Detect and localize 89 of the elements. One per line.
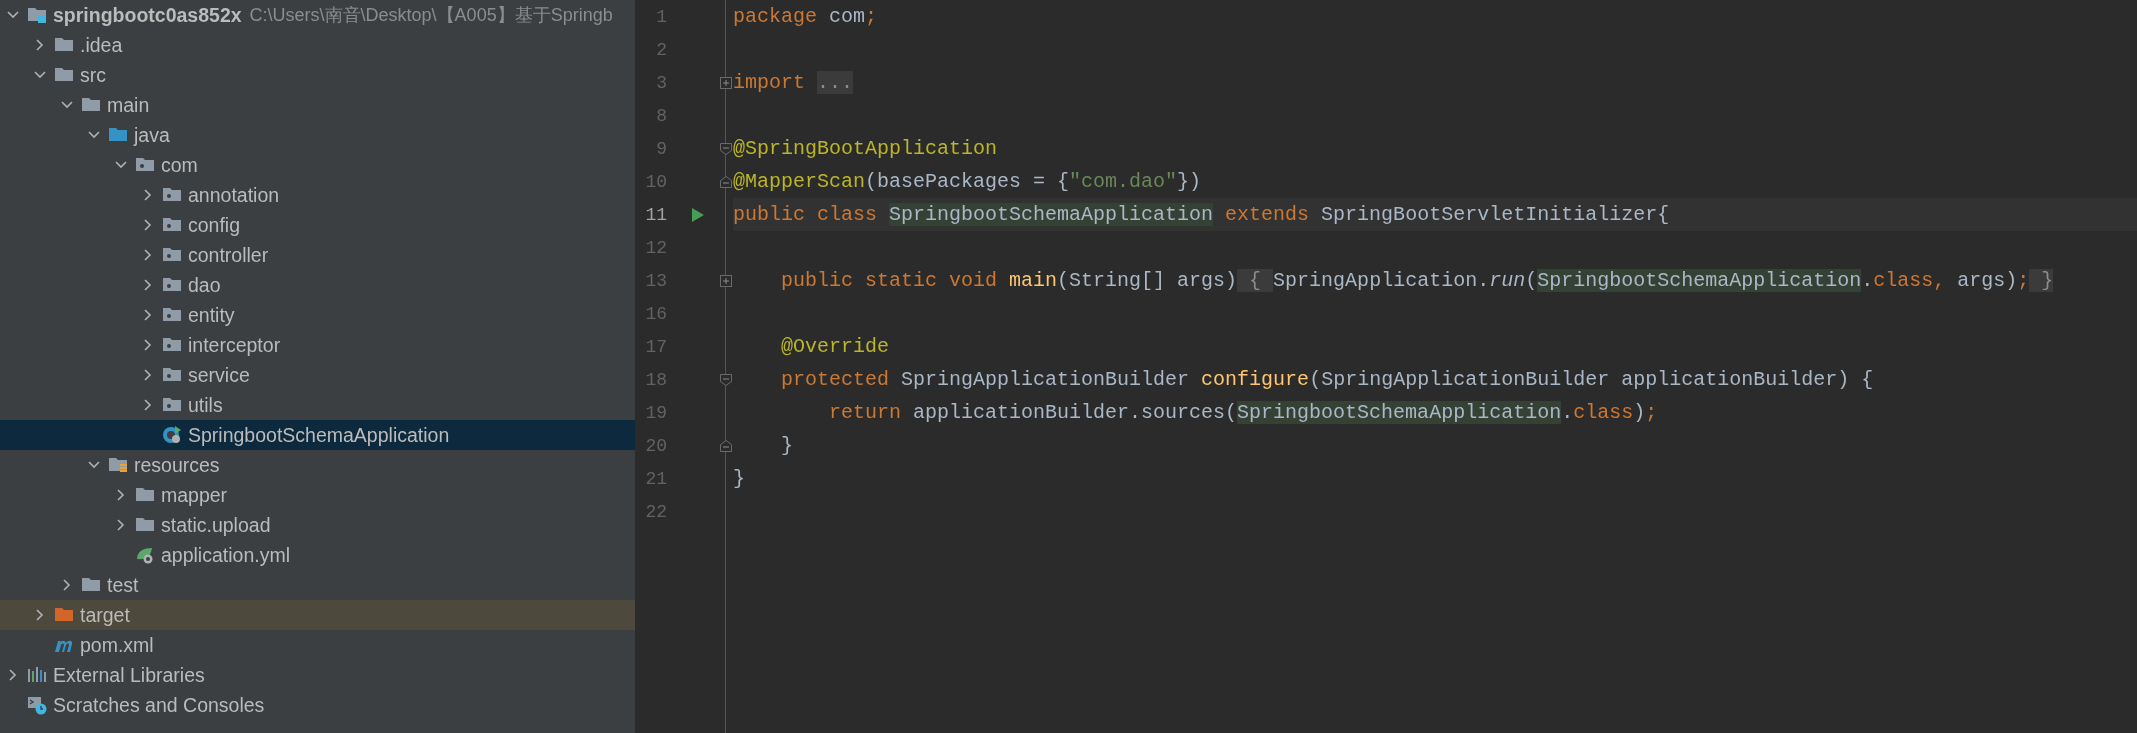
line-number: 18 [644, 369, 667, 390]
line-number: 8 [655, 105, 667, 126]
line-number: 17 [644, 336, 667, 357]
tree-item[interactable]: entity [0, 300, 635, 330]
terminal-clock-icon [27, 695, 47, 715]
item-label: annotation [188, 183, 280, 207]
tree-item[interactable]: application.yml [0, 540, 635, 570]
tree-item[interactable]: main [0, 90, 635, 120]
code-line: return applicationBuilder.sources(SpringbootSchemaApplication.class); [828, 401, 1658, 424]
bars-icon [27, 665, 47, 685]
module-folder-icon [27, 5, 47, 25]
line-number: 11 [644, 204, 667, 225]
item-label: com [161, 153, 198, 177]
tree-item[interactable]: SpringbootSchemaApplication [0, 420, 635, 450]
item-label: main [107, 93, 150, 117]
item-label: test [107, 573, 139, 597]
tree-item[interactable]: springbootc0as852x C:\Users\南音\Desktop\【A005】基于Springb [0, 0, 635, 30]
item-label: target [80, 603, 130, 627]
line-number: 16 [644, 303, 667, 324]
run-icon[interactable] [691, 206, 705, 223]
line-number: 19 [644, 402, 667, 423]
tree-item[interactable]: utils [0, 390, 635, 420]
collapse-fold-icon[interactable] [719, 142, 733, 156]
tree-item[interactable]: java [0, 120, 635, 150]
code-line: } [733, 467, 745, 490]
line-number: 21 [644, 468, 667, 489]
item-label: springbootc0as852x [53, 3, 242, 27]
item-label: resources [134, 453, 220, 477]
line-number: 2 [655, 39, 667, 60]
code-line: protected SpringApplicationBuilder configure(SpringApplicationBuilder applicationBuilder) { [780, 368, 1874, 391]
project-path: C:\Users\南音\Desktop\【A005】基于Springb [249, 4, 613, 27]
tree-item[interactable]: static.upload [0, 510, 635, 540]
line-number: 9 [655, 138, 667, 159]
tree-item[interactable]: .idea [0, 30, 635, 60]
tree-item[interactable]: target [0, 600, 635, 630]
tree-item[interactable]: resources [0, 450, 635, 480]
spring-class-icon [162, 425, 182, 445]
item-label: interceptor [188, 333, 281, 357]
resources-folder-icon [108, 455, 128, 475]
leaf-gear-icon [135, 545, 155, 565]
expand-fold-icon[interactable] [719, 274, 733, 288]
line-number: 20 [644, 435, 667, 456]
item-label: .idea [80, 33, 123, 57]
collapse-fold-icon[interactable] [719, 175, 733, 189]
tree-item[interactable]: interceptor [0, 330, 635, 360]
collapse-fold-icon[interactable] [719, 439, 733, 453]
code-line: package com; [733, 5, 878, 28]
tree-item[interactable]: service [0, 360, 635, 390]
item-label: mapper [161, 483, 228, 507]
tree-item[interactable]: config [0, 210, 635, 240]
tree-item[interactable]: Scratches and Consoles [0, 690, 635, 720]
code-line: public static void main(String[] args) { SpringApplication.run(SpringbootSchemaApplication.class, args); } [780, 269, 2054, 292]
item-label: pom.xml [80, 633, 154, 657]
code-line: import ... [733, 71, 854, 94]
tree-item[interactable]: controller [0, 240, 635, 270]
code-line: @SpringBootApplication [733, 137, 998, 160]
code-line: } [780, 434, 793, 457]
collapse-fold-icon[interactable] [719, 373, 733, 387]
item-label: Scratches and Consoles [53, 693, 265, 717]
item-label: src [80, 63, 106, 87]
line-number: 22 [644, 501, 667, 522]
item-label: controller [188, 243, 269, 267]
line-number: 10 [644, 171, 667, 192]
tree-item[interactable]: src [0, 60, 635, 90]
tree-item[interactable]: External Libraries [0, 660, 635, 690]
tree-item[interactable]: dao [0, 270, 635, 300]
tree-item[interactable]: mapper [0, 480, 635, 510]
item-label: static.upload [161, 513, 271, 537]
tree-item[interactable]: test [0, 570, 635, 600]
item-label: SpringbootSchemaApplication [188, 423, 450, 447]
line-number: 3 [655, 72, 667, 93]
item-label: config [188, 213, 241, 237]
item-label: application.yml [161, 543, 290, 567]
item-label: java [134, 123, 170, 147]
line-number: 1 [655, 6, 667, 27]
item-label: service [188, 363, 250, 387]
line-number: 12 [644, 237, 667, 258]
tree-item[interactable]: com [0, 150, 635, 180]
item-label: dao [188, 273, 221, 297]
code-line: @Override [780, 335, 890, 358]
expand-fold-icon[interactable] [719, 76, 733, 90]
item-label: External Libraries [53, 663, 205, 687]
item-label: utils [188, 393, 223, 417]
tree-item[interactable]: annotation [0, 180, 635, 210]
tree-item[interactable]: pom.xml [0, 630, 635, 660]
item-label: entity [188, 303, 235, 327]
line-number: 13 [644, 270, 667, 291]
code-line: @MapperScan(basePackages = {"com.dao"}) [733, 170, 1202, 193]
code-line: public class SpringbootSchemaApplication extends SpringBootServletInitializer{ [733, 203, 1670, 226]
